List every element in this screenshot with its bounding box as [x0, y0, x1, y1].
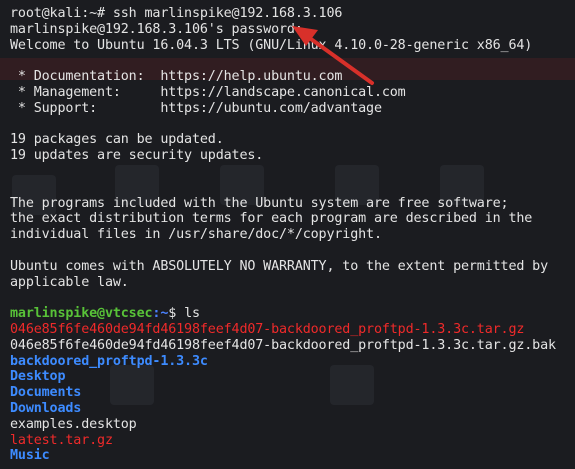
ls-entry-archive: 046e85f6fe460de94fd46198feef4d07-backdoo… [10, 321, 525, 337]
terminal-line: applicable law. [10, 274, 129, 290]
ls-output: 046e85f6fe460de94fd46198feef4d07-backdoo… [10, 322, 575, 464]
ls-entry-directory: backdoored_proftpd-1.3.3c [10, 353, 208, 369]
ls-entry-directory: Music [10, 448, 50, 464]
terminal-line: The programs included with the Ubuntu sy… [10, 195, 509, 211]
ls-entry-file: 046e85f6fe460de94fd46198feef4d07-backdoo… [10, 337, 556, 353]
terminal-line: the exact distribution terms for each pr… [10, 211, 533, 227]
terminal-window[interactable]: root@kali:~# ssh marlinspike@192.168.3.1… [0, 0, 575, 469]
terminal-line: root@kali:~# ssh marlinspike@192.168.3.1… [10, 6, 343, 21]
shell-prompt-line: marlinspike@vtcsec:~$ ls [10, 306, 575, 322]
password-prompt-line: marlinspike@192.168.3.106's password: [10, 21, 311, 37]
terminal-line: Welcome to Ubuntu 16.04.3 LTS (GNU/Linux… [10, 37, 533, 53]
ls-entry-directory: Downloads [10, 400, 82, 416]
prompt-command: ls [184, 306, 200, 322]
terminal-line: 19 updates are security updates. [10, 148, 264, 164]
terminal-line: Ubuntu comes with ABSOLUTELY NO WARRANTY… [10, 258, 549, 274]
terminal-line: * Management: https://landscape.canonica… [10, 84, 406, 100]
terminal-line: * Support: https://ubuntu.com/advantage [10, 100, 382, 116]
ls-entry-directory: Desktop [10, 369, 66, 385]
terminal-line: * Documentation: https://help.ubuntu.com [10, 69, 343, 85]
terminal-line: individual files in /usr/share/doc/*/cop… [10, 227, 382, 243]
ls-entry-directory: Documents [10, 385, 82, 401]
terminal-line: 19 packages can be updated. [10, 132, 224, 148]
ls-entry-archive: latest.tar.gz [10, 432, 113, 448]
prompt-user-host: marlinspike@vtcsec [10, 306, 153, 322]
ls-entry-file: examples.desktop [10, 416, 137, 432]
prompt-symbol: $ [168, 306, 185, 322]
prompt-path: :~ [152, 306, 169, 322]
